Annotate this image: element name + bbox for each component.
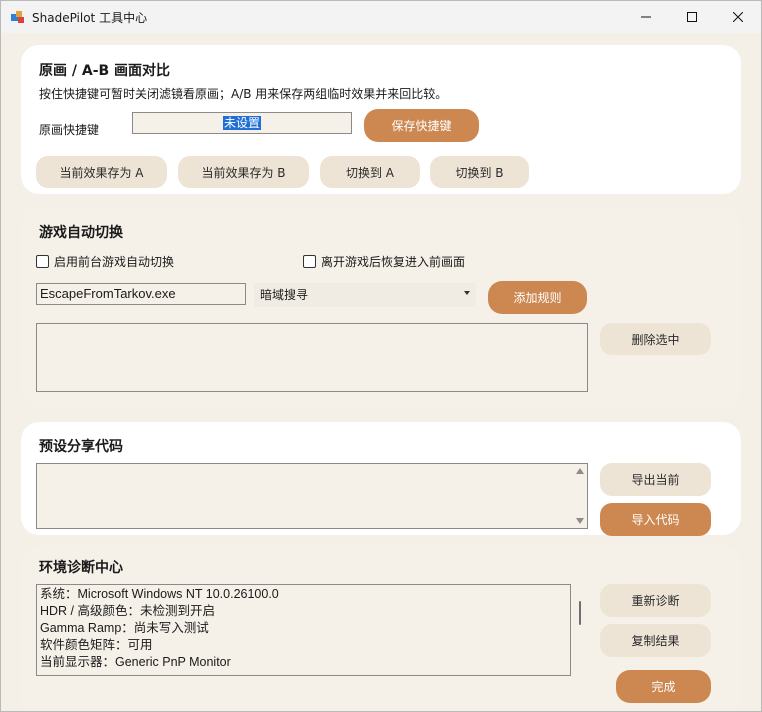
enable-auto-switch-label: 启用前台游戏自动切换 (54, 255, 175, 269)
scroll-down-icon[interactable] (576, 518, 584, 524)
close-button[interactable] (715, 1, 761, 33)
restore-on-exit-label: 离开游戏后恢复进入前画面 (321, 255, 466, 269)
switch-to-b-button[interactable]: 切换到 B (430, 156, 529, 188)
ab-compare-heading: 原画 / A-B 画面对比 (39, 63, 171, 79)
switch-to-a-button[interactable]: 切换到 A (320, 156, 420, 188)
hotkey-value: 未设置 (222, 116, 261, 130)
app-window: ShadePilot 工具中心 原画 / A-B 画面对比 按住快捷键可暂时关闭… (0, 0, 762, 712)
diagnostics-line: 当前显示器：Generic PnP Monitor (40, 655, 231, 669)
diagnostics-scroll-thumb[interactable] (579, 601, 581, 625)
diagnostics-line: HDR / 高级颜色：未检测到开启 (40, 604, 216, 618)
diagnostics-output[interactable]: 系统：Microsoft Windows NT 10.0.26100.0 HDR… (36, 584, 571, 676)
diagnostics-line: 软件颜色矩阵：可用 (40, 638, 153, 652)
minimize-icon (641, 16, 651, 18)
enable-auto-switch-checkbox[interactable] (36, 255, 49, 268)
diagnostics-heading: 环境诊断中心 (39, 560, 123, 576)
exe-name-input[interactable]: EscapeFromTarkov.exe (36, 283, 246, 305)
maximize-icon (687, 12, 697, 22)
title-bar: ShadePilot 工具中心 (1, 1, 761, 33)
scroll-up-icon[interactable] (576, 468, 584, 474)
rediagnose-button[interactable]: 重新诊断 (600, 584, 711, 617)
preset-dropdown-value: 暗域搜寻 (260, 288, 309, 302)
share-code-textarea[interactable] (36, 463, 588, 529)
rules-list[interactable] (36, 323, 588, 392)
close-icon (733, 12, 743, 22)
share-code-heading: 预设分享代码 (39, 439, 123, 455)
diagnostics-line: Gamma Ramp：尚未写入测试 (40, 621, 209, 635)
diagnostics-line: 系统：Microsoft Windows NT 10.0.26100.0 (40, 587, 279, 601)
copy-results-button[interactable]: 复制结果 (600, 624, 711, 657)
hotkey-input[interactable]: 未设置 (132, 112, 352, 134)
chevron-down-icon (464, 291, 470, 295)
restore-on-exit-checkbox[interactable] (303, 255, 316, 268)
export-current-button[interactable]: 导出当前 (600, 463, 711, 496)
maximize-button[interactable] (669, 1, 715, 33)
preset-dropdown[interactable]: 暗域搜寻 (254, 283, 476, 307)
minimize-button[interactable] (623, 1, 669, 33)
import-code-button[interactable]: 导入代码 (600, 503, 711, 536)
delete-selected-button[interactable]: 删除选中 (600, 323, 711, 355)
save-as-b-button[interactable]: 当前效果存为 B (178, 156, 309, 188)
app-icon (11, 11, 24, 23)
hotkey-label: 原画快捷键 (39, 123, 100, 137)
ab-compare-description: 按住快捷键可暂时关闭滤镜看原画；A/B 用来保存两组临时效果并来回比较。 (39, 87, 448, 101)
add-rule-button[interactable]: 添加规则 (488, 281, 587, 314)
done-button[interactable]: 完成 (616, 670, 711, 703)
window-title: ShadePilot 工具中心 (32, 11, 148, 25)
auto-switch-heading: 游戏自动切换 (39, 225, 123, 241)
save-as-a-button[interactable]: 当前效果存为 A (36, 156, 167, 188)
save-hotkey-button[interactable]: 保存快捷键 (364, 109, 479, 142)
